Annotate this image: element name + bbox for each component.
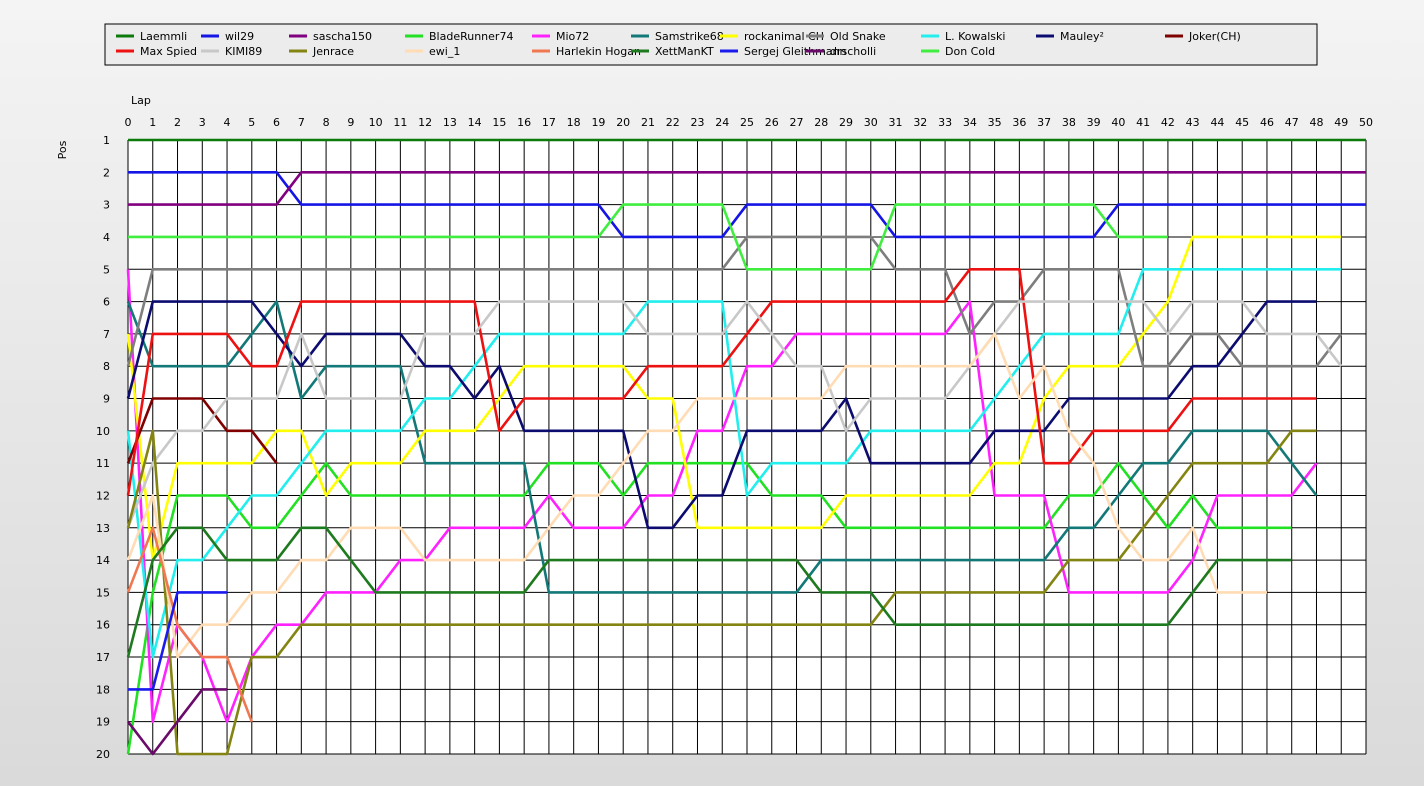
y-tick-label: 11 <box>96 457 110 470</box>
x-tick-label: 36 <box>1012 116 1026 129</box>
y-tick-label: 16 <box>96 619 110 632</box>
x-tick-label: 20 <box>616 116 630 129</box>
legend-label: Harlekin Hogan <box>556 45 641 58</box>
x-tick-label: 41 <box>1136 116 1150 129</box>
x-tick-label: 21 <box>641 116 655 129</box>
y-tick-label: 13 <box>96 522 110 535</box>
y-tick-label: 1 <box>103 134 110 147</box>
y-tick-label: 5 <box>103 263 110 276</box>
x-tick-label: 0 <box>125 116 132 129</box>
x-tick-label: 50 <box>1359 116 1373 129</box>
legend-label: L. Kowalski <box>945 30 1005 43</box>
y-tick-label: 6 <box>103 296 110 309</box>
legend-label: sascha150 <box>313 30 372 43</box>
x-tick-label: 37 <box>1037 116 1051 129</box>
x-tick-label: 5 <box>248 116 255 129</box>
x-axis-label: Lap <box>131 94 151 107</box>
y-axis-label: Pos <box>56 140 69 159</box>
x-tick-label: 14 <box>468 116 482 129</box>
x-tick-label: 35 <box>988 116 1002 129</box>
x-tick-label: 49 <box>1334 116 1348 129</box>
x-tick-label: 23 <box>690 116 704 129</box>
x-tick-label: 48 <box>1309 116 1323 129</box>
x-tick-label: 25 <box>740 116 754 129</box>
x-tick-labels: 0 1 2 3 4 5 6 7 8 9 10 11 12 13 14 15 16 17 18 19 20 21 22 23 24… <box>125 116 1374 129</box>
x-tick-label: 19 <box>591 116 605 129</box>
legend-label: ewi_1 <box>429 45 460 58</box>
x-tick-label: 1 <box>149 116 156 129</box>
y-tick-label: 12 <box>96 489 110 502</box>
x-tick-label: 3 <box>199 116 206 129</box>
x-tick-label: 42 <box>1161 116 1175 129</box>
legend-label: Mauley² <box>1060 30 1104 43</box>
legend-label: Joker(CH) <box>1188 30 1241 43</box>
x-tick-label: 6 <box>273 116 280 129</box>
x-tick-label: 45 <box>1235 116 1249 129</box>
x-tick-label: 32 <box>913 116 927 129</box>
x-tick-label: 10 <box>369 116 383 129</box>
x-tick-label: 33 <box>938 116 952 129</box>
legend-label: Mio72 <box>556 30 589 43</box>
x-tick-label: 34 <box>963 116 977 129</box>
legend-label: Don Cold <box>945 45 995 58</box>
legend-label: BladeRunner74 <box>429 30 513 43</box>
y-tick-label: 8 <box>103 360 110 373</box>
y-tick-label: 3 <box>103 199 110 212</box>
legend: Laemmli wil29 sascha150 BladeRunner74 Mio72 S… <box>104 23 1318 66</box>
y-tick-label: 17 <box>96 651 110 664</box>
x-tick-label: 2 <box>174 116 181 129</box>
x-tick-label: 39 <box>1087 116 1101 129</box>
x-tick-label: 30 <box>864 116 878 129</box>
y-tick-label: 2 <box>103 166 110 179</box>
y-tick-label: 9 <box>103 393 110 406</box>
y-tick-label: 7 <box>103 328 110 341</box>
x-tick-label: 18 <box>567 116 581 129</box>
x-tick-label: 13 <box>443 116 457 129</box>
x-tick-label: 26 <box>765 116 779 129</box>
x-tick-label: 9 <box>347 116 354 129</box>
legend-label: KIMI89 <box>225 45 262 58</box>
x-tick-label: 38 <box>1062 116 1076 129</box>
x-tick-label: 29 <box>839 116 853 129</box>
y-tick-label: 18 <box>96 683 110 696</box>
x-tick-label: 4 <box>224 116 231 129</box>
x-tick-label: 22 <box>666 116 680 129</box>
x-tick-label: 27 <box>790 116 804 129</box>
y-tick-labels: 1234567891011121314151617181920 <box>96 134 110 761</box>
y-tick-label: 4 <box>103 231 110 244</box>
legend-label: Laemmli <box>140 30 187 43</box>
legend-label: drscholli <box>830 45 876 58</box>
legend-label: Samstrike68 <box>655 30 724 43</box>
x-tick-label: 17 <box>542 116 556 129</box>
legend-label: Old Snake <box>830 30 886 43</box>
legend-label: wil29 <box>225 30 254 43</box>
legend-label: XettManKT <box>655 45 714 58</box>
y-tick-label: 20 <box>96 748 110 761</box>
x-tick-label: 16 <box>517 116 531 129</box>
y-tick-label: 10 <box>96 425 110 438</box>
x-tick-label: 31 <box>889 116 903 129</box>
x-tick-label: 24 <box>715 116 729 129</box>
x-tick-label: 47 <box>1285 116 1299 129</box>
y-tick-label: 14 <box>96 554 110 567</box>
x-tick-label: 15 <box>492 116 506 129</box>
x-tick-label: 12 <box>418 116 432 129</box>
position-chart: Laemmli wil29 sascha150 BladeRunner74 Mio72 S… <box>56 23 1374 761</box>
y-tick-label: 19 <box>96 716 110 729</box>
y-tick-label: 15 <box>96 586 110 599</box>
x-tick-label: 28 <box>814 116 828 129</box>
x-tick-label: 7 <box>298 116 305 129</box>
legend-label: Jenrace <box>312 45 354 58</box>
legend-label: Max Spied <box>140 45 197 58</box>
x-tick-label: 43 <box>1186 116 1200 129</box>
x-tick-label: 44 <box>1210 116 1224 129</box>
x-tick-label: 46 <box>1260 116 1274 129</box>
x-tick-label: 8 <box>323 116 330 129</box>
x-tick-label: 40 <box>1111 116 1125 129</box>
x-tick-label: 11 <box>393 116 407 129</box>
